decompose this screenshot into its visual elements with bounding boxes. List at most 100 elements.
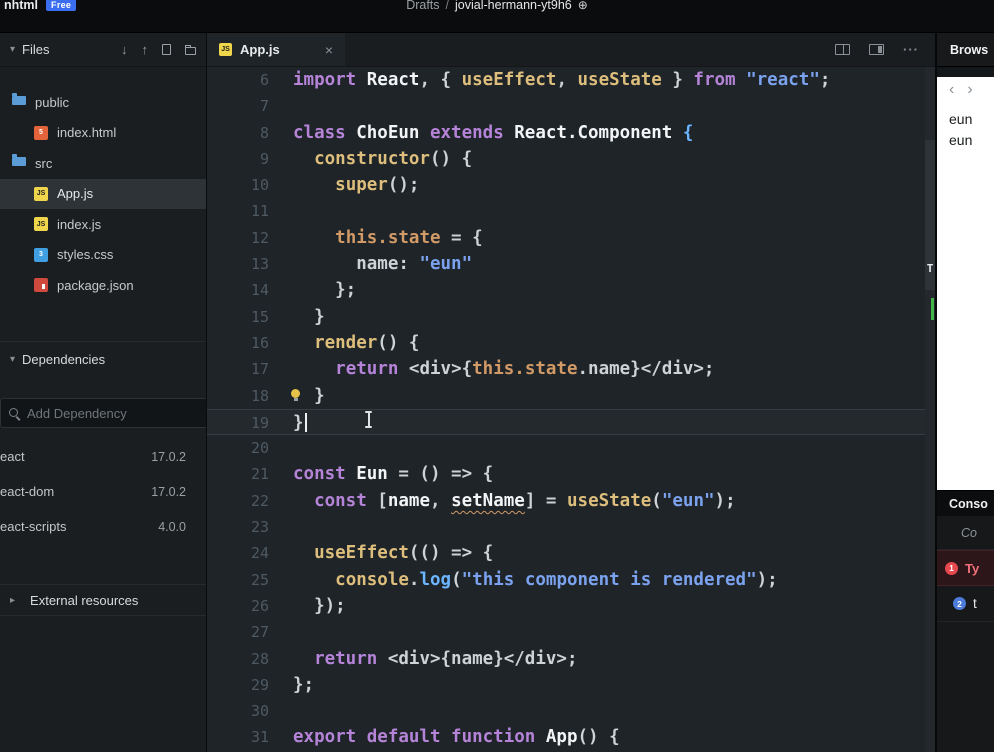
code-text: this.state = { [335,227,483,248]
dependency-name: eact [0,449,25,464]
tab-app-js[interactable]: JS App.js × [207,33,345,66]
code-line[interactable]: 28 return <div>{name}</div>; [207,646,925,672]
file-name: App.js [57,186,94,202]
file-tree-item[interactable]: package.json [0,270,206,301]
file-tree-item[interactable]: 3 styles.css [0,240,206,271]
code-line[interactable]: 16 render() { [207,330,925,356]
code-line[interactable]: 27 [207,619,925,645]
code-line[interactable]: 15 } [207,304,925,330]
code-line[interactable]: 11 [207,198,925,224]
line-number: 25 [250,570,269,589]
forward-icon[interactable]: › [967,81,972,99]
file-tree-item[interactable]: 5 index.html [0,118,206,149]
dependency-item[interactable]: eact-dom 17.0.2 [0,474,206,509]
preview-window-icon[interactable] [869,44,884,55]
files-section-header[interactable]: ▾ Files ↓ ↑ [0,33,206,67]
code-text: const [name, setName] = useState("eun"); [314,490,736,511]
file-tree-item[interactable]: src [0,148,206,179]
chevron-down-icon[interactable]: ▾ [10,354,15,365]
file-tree-item[interactable]: public [0,87,206,118]
code-text: return <div>{this.state.name}</div>; [335,359,715,380]
dependency-item[interactable]: eact 17.0.2 [0,439,206,474]
code-text: name: "eun" [293,254,473,275]
js-file-icon: JS [219,43,232,56]
close-tab-icon[interactable]: × [325,42,333,58]
code-line[interactable]: 30 [207,698,925,724]
console-row[interactable]: 2t [937,586,994,622]
file-name: index.js [57,216,102,232]
dependency-search-input[interactable] [27,405,203,421]
sidebar: ▾ Files ↓ ↑ public 5 index.html src JS App.js… [0,33,207,752]
line-number: 6 [259,71,269,89]
line-number: 20 [250,439,269,458]
console-row[interactable]: 1 Ty [937,550,994,586]
globe-icon[interactable]: ⊕ [578,0,588,12]
code-text: import React, { useEffect, useState } fr… [293,70,831,90]
line-number: 9 [259,149,269,168]
dependency-item[interactable]: eact-scripts 4.0.0 [0,509,206,544]
code-line[interactable]: 23 [207,514,925,540]
console-header[interactable]: Conso [937,490,994,516]
editor-tabbar: JS App.js × ··· [207,33,935,67]
code-line[interactable]: 19} [207,408,925,436]
more-options-icon[interactable]: ··· [903,43,919,56]
code-line[interactable]: 10 super(); [207,172,925,198]
new-file-icon[interactable] [162,44,171,55]
back-icon[interactable]: ‹ [949,81,954,99]
file-tree-item[interactable]: JS App.js [0,178,206,209]
code-line[interactable]: 13 name: "eun" [207,251,925,277]
code-text: useEffect(() => { [314,543,494,564]
code-line[interactable]: 8 class ChoEun extends React.Component { [207,120,925,146]
external-resources-label: External resources [30,592,139,608]
chevron-right-icon[interactable]: ▸ [10,595,15,606]
line-number: 21 [250,465,269,484]
file-tree-item[interactable]: JS index.js [0,209,206,240]
code-line[interactable]: 21 const Eun = () => { [207,461,925,487]
breadcrumb-section[interactable]: Drafts [406,0,439,12]
breadcrumb[interactable]: Drafts / jovial-hermann-yt9h6 ⊕ [406,0,588,12]
editor-scrollbar[interactable]: T [925,67,935,752]
upload-icon[interactable]: ↑ [142,42,149,57]
code-line[interactable]: 18 } [207,383,925,409]
code-line[interactable]: 17 return <div>{this.state.name}</div>; [207,356,925,382]
code-line[interactable]: 25 console.log("this component is render… [207,567,925,593]
file-name: index.html [57,125,117,141]
code-line[interactable]: 24 useEffect(() => { [207,540,925,566]
project-title[interactable]: nhtml [4,0,38,12]
console-message: t [973,596,977,611]
dependency-list: eact 17.0.2 eact-dom 17.0.2 eact-scripts 4.0.… [0,439,206,544]
line-number: 22 [250,491,269,510]
dependency-search-box[interactable] [0,398,206,428]
code-line[interactable]: 26 }); [207,593,925,619]
split-view-icon[interactable] [835,44,850,55]
code-line[interactable]: 14 }; [207,277,925,303]
code-line[interactable]: 6 import React, { useEffect, useState } f… [207,67,925,93]
chevron-down-icon[interactable]: ▾ [10,44,15,55]
search-icon [9,407,20,419]
line-number: 24 [250,544,269,563]
code-line[interactable]: 22 const [name, setName] = useState("eun… [207,488,925,514]
dependency-version: 17.0.2 [151,449,186,464]
external-resources-header[interactable]: ▸ External resources [0,584,206,616]
line-number: 11 [250,202,269,221]
code-line[interactable]: 12 this.state = { [207,225,925,251]
line-number: 27 [250,623,269,642]
code-line[interactable]: 9 constructor() { [207,146,925,172]
code-editor[interactable]: 6 import React, { useEffect, useState } f… [207,67,925,752]
code-line[interactable]: 7 [207,93,925,119]
download-icon[interactable]: ↓ [121,42,128,57]
line-number: 29 [250,675,269,694]
lightbulb-icon[interactable] [291,388,300,401]
line-number: 16 [250,333,269,352]
tab-browser[interactable]: Brows [937,33,994,67]
code-line[interactable]: 31 export default function App() { [207,724,925,750]
breadcrumb-sandbox-name[interactable]: jovial-hermann-yt9h6 [455,0,572,12]
code-line[interactable]: 20 [207,435,925,461]
line-number: 8 [259,123,269,142]
dependency-name: eact-scripts [0,519,67,534]
dependencies-section-header[interactable]: ▾ Dependencies [0,342,206,376]
code-line[interactable]: 29}; [207,672,925,698]
css-icon: 3 [34,247,48,262]
new-folder-icon[interactable] [185,44,196,55]
